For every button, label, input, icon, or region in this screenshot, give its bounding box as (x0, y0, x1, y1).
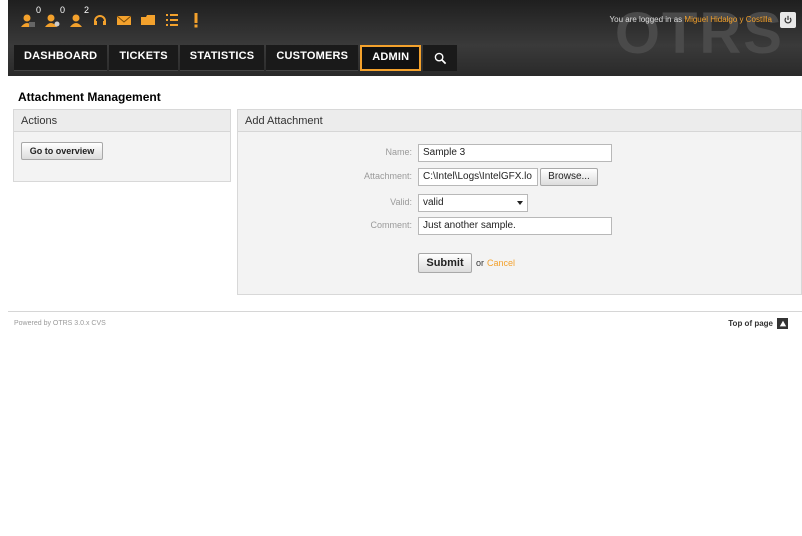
new-phone-ticket-icon[interactable] (90, 10, 110, 30)
nav-customers[interactable]: CUSTOMERS (266, 45, 359, 71)
new-email-ticket-icon[interactable] (114, 10, 134, 30)
submit-button[interactable]: Submit (418, 253, 472, 273)
attachment-label: Attachment: (363, 171, 412, 181)
main-nav: DASHBOARD TICKETS STATISTICS CUSTOMERS A… (14, 45, 458, 71)
name-input[interactable]: Sample 3 (418, 144, 612, 162)
nav-search-button[interactable] (423, 45, 458, 71)
user-name-link[interactable]: Miguel Hidalgo y Costilla (684, 15, 772, 24)
footer-divider (8, 311, 802, 312)
ticket-queue-icon[interactable] (138, 10, 158, 30)
search-icon (434, 52, 446, 64)
app-header: OTRS 0 0 2 You are logged in as Miguel H… (8, 0, 802, 76)
escalation-icon[interactable] (186, 10, 206, 30)
go-to-overview-button[interactable]: Go to overview (21, 142, 103, 160)
valid-select-value: valid (423, 197, 444, 208)
or-text: or (476, 258, 485, 268)
login-info: You are logged in as Miguel Hidalgo y Co… (610, 15, 772, 24)
actions-header: Actions (14, 110, 230, 132)
cancel-link[interactable]: Cancel (487, 258, 515, 268)
valid-select[interactable]: valid (418, 194, 528, 212)
ticket-status-icon[interactable] (162, 10, 182, 30)
page-title: Attachment Management (18, 90, 161, 104)
power-icon (784, 15, 792, 24)
arrow-up-icon (777, 318, 788, 329)
watched-tickets-icon[interactable]: 0 (42, 5, 65, 30)
powered-by-link[interactable]: Powered by OTRS 3.0.x CVS (14, 320, 106, 327)
add-attachment-panel: Add Attachment Name: Sample 3 Attachment… (237, 109, 802, 295)
valid-label: Valid: (390, 197, 412, 207)
nav-admin[interactable]: ADMIN (360, 45, 422, 71)
login-prefix: You are logged in as (609, 15, 683, 24)
nav-tickets[interactable]: TICKETS (109, 45, 178, 71)
chevron-down-icon (517, 201, 523, 205)
logout-button[interactable] (780, 12, 796, 28)
top-of-page-label: Top of page (728, 319, 773, 328)
nav-statistics[interactable]: STATISTICS (179, 45, 265, 71)
top-of-page-link[interactable]: Top of page (728, 318, 788, 329)
comment-row: Comment: Just another sample. (238, 217, 802, 235)
name-row: Name: Sample 3 (238, 144, 802, 162)
locked-tickets-icon[interactable]: 0 (18, 5, 41, 30)
toolbar: 0 0 2 (18, 5, 210, 30)
responsible-tickets-icon[interactable]: 2 (66, 5, 89, 30)
add-attachment-header: Add Attachment (238, 110, 801, 132)
nav-dashboard[interactable]: DASHBOARD (14, 45, 108, 71)
otrs-logo: OTRS (614, 1, 784, 66)
submit-row: Submit or Cancel (418, 253, 515, 273)
name-label: Name: (385, 147, 412, 157)
comment-label: Comment: (370, 220, 412, 230)
comment-input[interactable]: Just another sample. (418, 217, 612, 235)
attachment-row: Attachment: C:\Intel\Logs\IntelGFX.lo Br… (238, 168, 802, 186)
actions-panel: Actions Go to overview (13, 109, 231, 182)
attachment-file-input[interactable]: C:\Intel\Logs\IntelGFX.lo (418, 168, 538, 186)
valid-row: Valid: valid (238, 194, 802, 212)
browse-button[interactable]: Browse... (540, 168, 598, 186)
